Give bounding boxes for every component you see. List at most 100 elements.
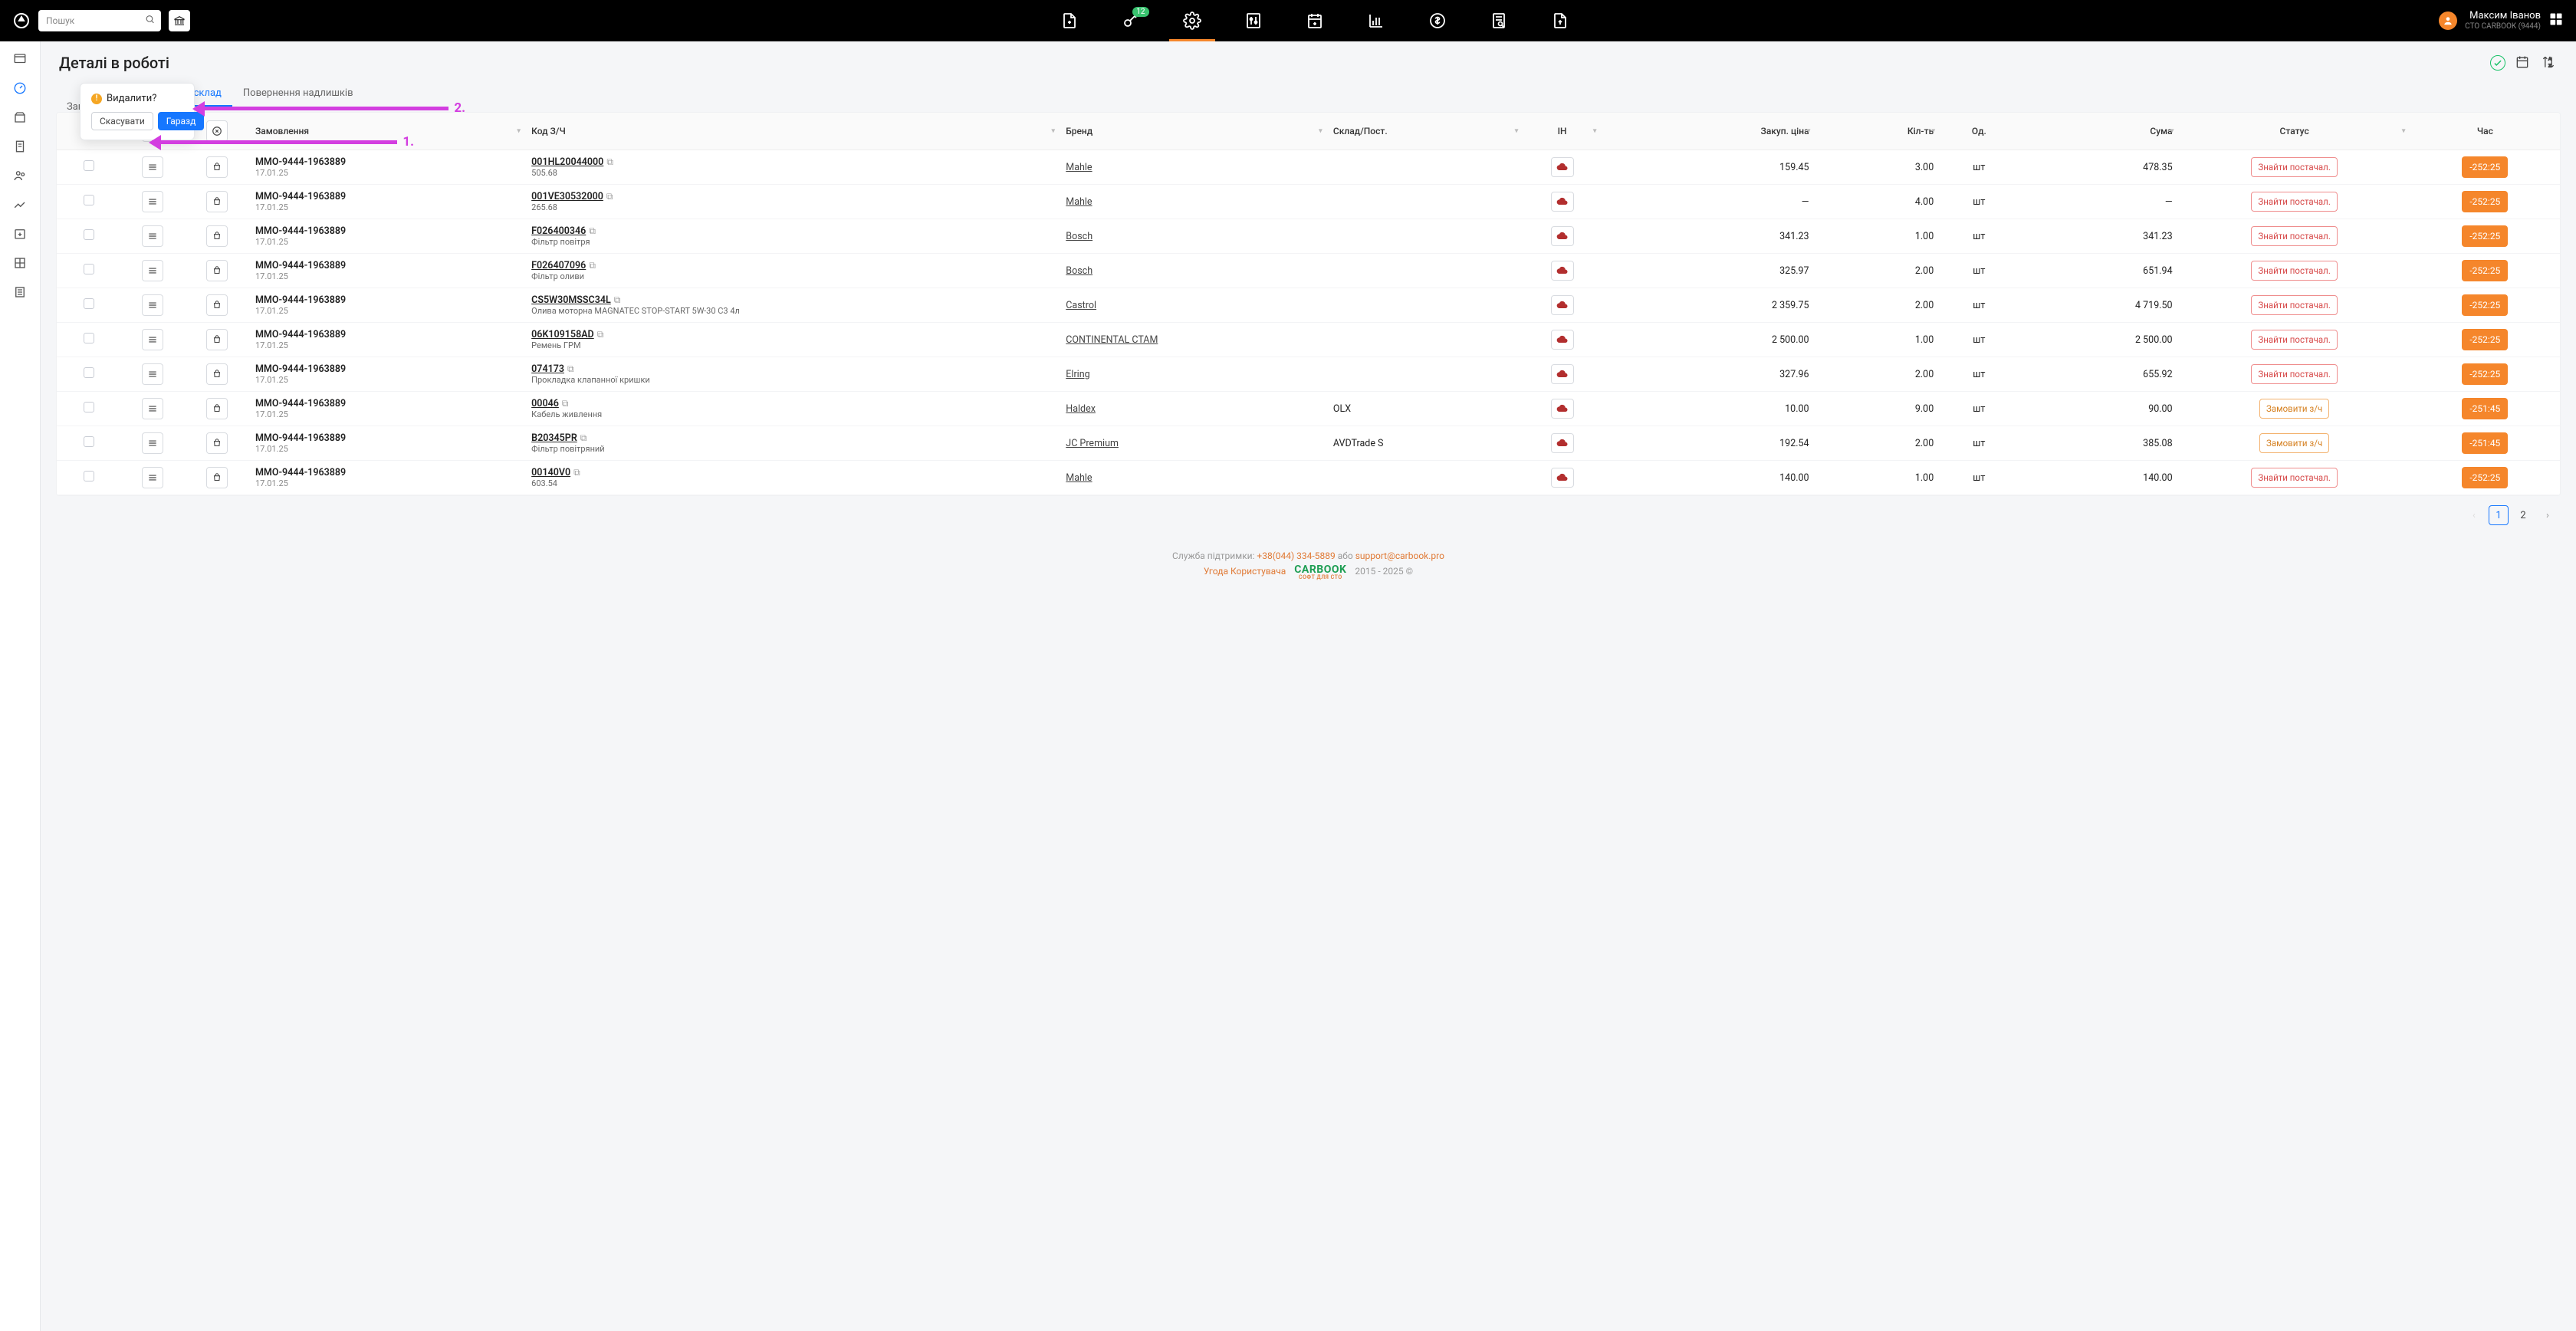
cloud-icon[interactable]	[1551, 261, 1574, 281]
row-cart-icon[interactable]	[206, 191, 228, 212]
status-button[interactable]: Замовити з/ч	[2259, 433, 2329, 453]
row-checkbox[interactable]	[84, 471, 94, 481]
copy-icon[interactable]: ⧉	[573, 467, 580, 478]
order-code[interactable]: MMO-9444-1963889	[255, 432, 519, 444]
sliders-icon[interactable]	[1244, 12, 1263, 30]
status-button[interactable]: Знайти постачал.	[2251, 226, 2337, 246]
row-checkbox[interactable]	[84, 264, 94, 274]
brand-link[interactable]: Mahle	[1066, 162, 1092, 173]
brand-link[interactable]: CONTINENTAL CTAM	[1066, 334, 1158, 346]
cloud-icon[interactable]	[1551, 364, 1574, 384]
calendar-icon[interactable]	[1306, 12, 1324, 30]
time-button[interactable]: -252:25	[2462, 467, 2508, 488]
filter-icon[interactable]: ▾	[1514, 127, 1518, 136]
footer-email[interactable]: support@carbook.pro	[1355, 550, 1444, 561]
row-checkbox[interactable]	[84, 333, 94, 343]
part-code[interactable]: 001VE30532000	[531, 191, 603, 202]
copy-icon[interactable]: ⧉	[589, 260, 596, 271]
order-code[interactable]: MMO-9444-1963889	[255, 398, 519, 409]
time-button[interactable]: -252:25	[2462, 294, 2508, 316]
brand-link[interactable]: Mahle	[1066, 196, 1092, 208]
copy-icon[interactable]: ⧉	[606, 156, 613, 167]
status-button[interactable]: Знайти постачал.	[2251, 261, 2337, 281]
time-button[interactable]: -252:25	[2462, 191, 2508, 212]
status-button[interactable]: Знайти постачал.	[2251, 295, 2337, 315]
order-code[interactable]: MMO-9444-1963889	[255, 156, 519, 168]
order-code[interactable]: MMO-9444-1963889	[255, 260, 519, 271]
copy-icon[interactable]: ⧉	[589, 225, 596, 236]
cloud-icon[interactable]	[1551, 192, 1574, 212]
copy-icon[interactable]: ⧉	[562, 398, 569, 409]
sidebar-dashboard-icon[interactable]	[13, 52, 27, 66]
cloud-icon[interactable]	[1551, 468, 1574, 488]
filter-icon[interactable]: ▾	[2402, 127, 2406, 136]
status-button[interactable]: Знайти постачал.	[2251, 468, 2337, 488]
sidebar-calendar-plus-icon[interactable]	[13, 227, 27, 241]
search-icon[interactable]	[145, 15, 155, 28]
time-button[interactable]: -252:25	[2462, 156, 2508, 178]
order-code[interactable]: MMO-9444-1963889	[255, 191, 519, 202]
row-menu-icon[interactable]	[142, 294, 163, 316]
part-code[interactable]: 00140V0	[531, 467, 570, 478]
brand-link[interactable]: Castrol	[1066, 300, 1096, 311]
order-code[interactable]: MMO-9444-1963889	[255, 467, 519, 478]
doc-search-icon[interactable]	[1490, 12, 1508, 30]
copy-icon[interactable]: ⧉	[614, 294, 621, 305]
cloud-icon[interactable]	[1551, 226, 1574, 246]
cloud-icon[interactable]	[1551, 157, 1574, 177]
time-button[interactable]: -251:45	[2462, 398, 2508, 419]
sidebar-gauge-icon[interactable]	[13, 81, 27, 95]
row-cart-icon[interactable]	[206, 294, 228, 316]
row-menu-icon[interactable]	[142, 329, 163, 350]
time-button[interactable]: -252:25	[2462, 260, 2508, 281]
page-prev[interactable]: ‹	[2464, 505, 2484, 525]
part-code[interactable]: F026407096	[531, 260, 586, 271]
order-code[interactable]: MMO-9444-1963889	[255, 329, 519, 340]
row-checkbox[interactable]	[84, 367, 94, 378]
order-code[interactable]: MMO-9444-1963889	[255, 294, 519, 306]
row-cart-icon[interactable]	[206, 363, 228, 385]
dollar-icon[interactable]	[1428, 12, 1447, 30]
part-code[interactable]: CS5W30MSSC34L	[531, 294, 611, 306]
cloud-icon[interactable]	[1551, 330, 1574, 350]
row-cart-icon[interactable]	[206, 260, 228, 281]
copy-icon[interactable]: ⧉	[606, 191, 613, 202]
bank-button[interactable]	[169, 10, 190, 31]
sidebar-trend-icon[interactable]	[13, 198, 27, 212]
cloud-icon[interactable]	[1551, 399, 1574, 419]
part-code[interactable]: 00046	[531, 398, 559, 409]
row-checkbox[interactable]	[84, 436, 94, 447]
row-checkbox[interactable]	[84, 160, 94, 171]
check-circle-icon[interactable]	[2490, 55, 2505, 71]
page-next[interactable]: ›	[2538, 505, 2558, 525]
row-cart-icon[interactable]	[206, 398, 228, 419]
filter-icon[interactable]: ▾	[517, 127, 521, 136]
logo-icon[interactable]	[12, 12, 31, 30]
ok-button[interactable]: Гаразд	[158, 112, 205, 130]
apps-icon[interactable]	[2548, 12, 2564, 30]
row-menu-icon[interactable]	[142, 432, 163, 454]
sidebar-grid-icon[interactable]	[13, 256, 27, 270]
date-icon[interactable]	[2515, 54, 2532, 71]
time-button[interactable]: -252:25	[2462, 329, 2508, 350]
tab-returns[interactable]: Повернення надлишків	[232, 80, 364, 107]
order-code[interactable]: MMO-9444-1963889	[255, 225, 519, 237]
sidebar-receipt-icon[interactable]	[13, 140, 27, 153]
filter-icon[interactable]: ▾	[2170, 127, 2174, 136]
gear-icon[interactable]	[1183, 12, 1201, 30]
row-checkbox[interactable]	[84, 195, 94, 205]
brand-link[interactable]: Mahle	[1066, 472, 1092, 484]
row-checkbox[interactable]	[84, 229, 94, 240]
filter-icon[interactable]: ▾	[1931, 127, 1935, 136]
sidebar-list-icon[interactable]	[13, 285, 27, 299]
sidebar-package-icon[interactable]	[13, 110, 27, 124]
filter-icon[interactable]: ▾	[1319, 127, 1322, 136]
row-menu-icon[interactable]	[142, 260, 163, 281]
brand-link[interactable]: Haldex	[1066, 403, 1096, 415]
doc-export-icon[interactable]	[1551, 12, 1569, 30]
user-block[interactable]: Максим Іванов CTO CARBOOK (9444)	[2439, 10, 2541, 31]
row-menu-icon[interactable]	[142, 398, 163, 419]
row-cart-icon[interactable]	[206, 467, 228, 488]
row-checkbox[interactable]	[84, 402, 94, 412]
part-code[interactable]: F026400346	[531, 225, 586, 237]
